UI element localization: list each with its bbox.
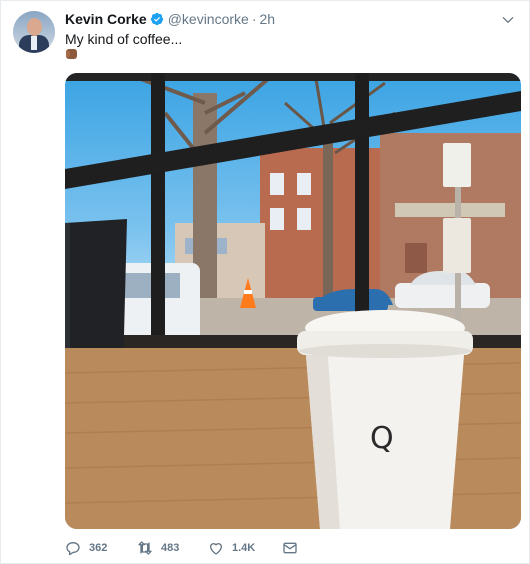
tweet-timestamp[interactable]: 2h xyxy=(260,11,276,27)
coffee-emoji-icon xyxy=(66,49,77,59)
tweet-header: Kevin Corke @kevincorke · 2h xyxy=(65,10,275,30)
author-name[interactable]: Kevin Corke xyxy=(65,11,147,27)
author-handle[interactable]: @kevincorke xyxy=(168,11,249,27)
tweet-photo[interactable]: Q xyxy=(65,73,521,529)
tweet-text: My kind of coffee... xyxy=(65,31,183,47)
direct-message-button[interactable] xyxy=(282,539,306,557)
reply-button[interactable]: 362 xyxy=(65,539,107,557)
retweet-icon xyxy=(138,541,152,555)
like-count: 1.4K xyxy=(232,542,256,554)
direct-message-icon xyxy=(283,542,297,554)
verified-badge-icon xyxy=(150,12,164,30)
coffee-shop-window-scene: Q xyxy=(65,73,521,529)
separator-dot: · xyxy=(251,11,257,27)
reply-icon xyxy=(66,542,80,556)
retweet-button[interactable]: 483 xyxy=(137,539,179,557)
chevron-down-icon[interactable] xyxy=(501,13,515,27)
tweet-card[interactable]: Kevin Corke @kevincorke · 2h My kind of cof… xyxy=(0,0,530,564)
heart-icon xyxy=(210,543,222,555)
cup-logo: Q xyxy=(370,421,394,456)
author-avatar[interactable] xyxy=(13,11,55,53)
like-button[interactable]: 1.4K xyxy=(208,539,255,557)
reply-count: 362 xyxy=(89,542,108,554)
retweet-count: 483 xyxy=(161,542,180,554)
